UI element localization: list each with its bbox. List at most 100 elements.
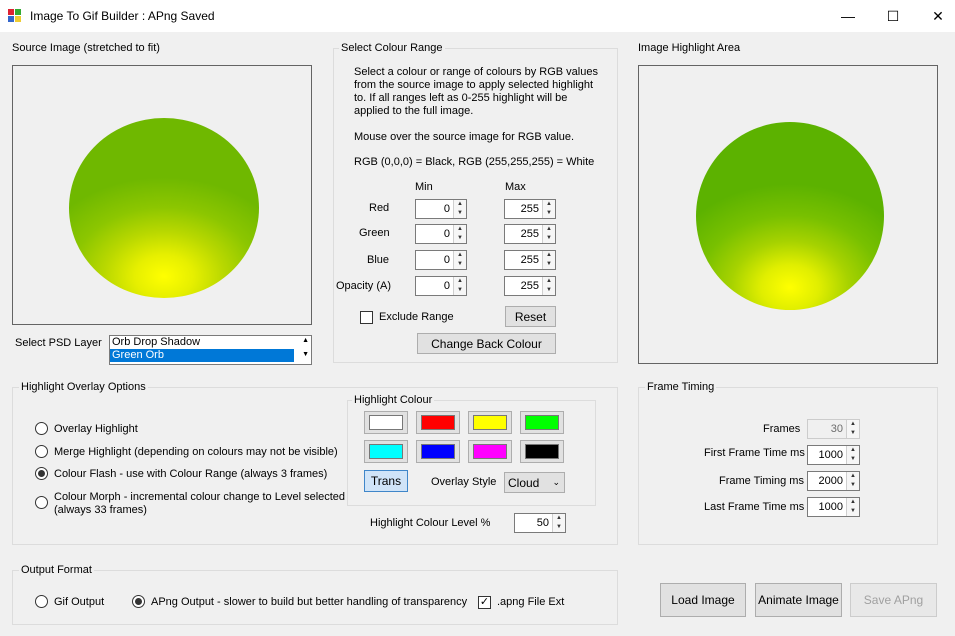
green-max-spinner[interactable]: 255 ▲ ▼: [504, 224, 556, 244]
apng-ext-label: .apng File Ext: [497, 596, 565, 608]
colour-flash-label: Colour Flash - use with Colour Range (al…: [54, 468, 328, 480]
blue-max-value[interactable]: 255: [505, 251, 542, 269]
spin-down-icon[interactable]: ▼: [847, 481, 859, 490]
opacity-min-value[interactable]: 0: [416, 277, 453, 295]
source-image-box[interactable]: [12, 65, 312, 325]
minimize-icon: —: [841, 8, 855, 24]
spin-up-icon[interactable]: ▲: [543, 251, 555, 260]
spin-up-icon[interactable]: ▲: [454, 200, 466, 209]
spin-down-icon: ▼: [850, 430, 856, 436]
exclude-range-checkbox[interactable]: [360, 311, 373, 324]
overlay-style-select[interactable]: Cloud ⌄: [504, 472, 565, 493]
spin-down-icon[interactable]: ▼: [847, 455, 859, 464]
frame-timing-value[interactable]: 2000: [808, 472, 846, 490]
colour-flash-radio[interactable]: [35, 467, 48, 480]
reset-button[interactable]: Reset: [505, 306, 556, 327]
mouse-hint: Mouse over the source image for RGB valu…: [354, 131, 575, 143]
merge-highlight-radio[interactable]: [35, 445, 48, 458]
frame-timing-spinner[interactable]: 2000 ▲ ▼: [807, 471, 860, 491]
apng-output-radio[interactable]: [132, 595, 145, 608]
colour-morph-label-2: (always 33 frames): [54, 504, 147, 516]
load-image-button[interactable]: Load Image: [660, 583, 746, 617]
swatch-red: [421, 415, 455, 430]
spin-down-icon[interactable]: ▼: [454, 286, 466, 295]
swatch-cyan-button[interactable]: [364, 440, 408, 463]
red-min-value[interactable]: 0: [416, 200, 453, 218]
overlay-style-label: Overlay Style: [431, 476, 497, 488]
spin-down-icon[interactable]: ▼: [847, 507, 859, 516]
swatch-yellow-button[interactable]: [468, 411, 512, 434]
level-spinner[interactable]: 50 ▲ ▼: [514, 513, 566, 533]
first-frame-spinner[interactable]: 1000 ▲ ▼: [807, 445, 860, 465]
maximize-icon: ☐: [886, 7, 900, 24]
spin-down-icon[interactable]: ▼: [543, 260, 555, 269]
spin-up-icon[interactable]: ▲: [454, 277, 466, 286]
blue-min-spinner[interactable]: 0 ▲ ▼: [415, 250, 467, 270]
swatch-yellow: [473, 415, 507, 430]
swatch-blue-button[interactable]: [416, 440, 460, 463]
spin-down-icon[interactable]: ▼: [543, 286, 555, 295]
opacity-min-spinner[interactable]: 0 ▲ ▼: [415, 276, 467, 296]
overlay-options-title: Highlight Overlay Options: [19, 381, 148, 393]
overlay-highlight-label: Overlay Highlight: [54, 423, 138, 435]
opacity-max-spinner[interactable]: 255 ▲ ▼: [504, 276, 556, 296]
apng-ext-checkbox[interactable]: ✓: [478, 596, 491, 609]
spin-up-icon[interactable]: ▲: [543, 200, 555, 209]
blue-min-value[interactable]: 0: [416, 251, 453, 269]
spin-down-icon[interactable]: ▼: [543, 234, 555, 243]
apng-output-label: APng Output - slower to build but better…: [151, 596, 468, 608]
highlight-orb-image: [696, 122, 884, 310]
psd-layer-label: Select PSD Layer: [15, 337, 102, 349]
close-button[interactable]: ✕: [915, 0, 955, 32]
app-icon: [8, 9, 21, 22]
spin-up-icon[interactable]: ▲: [543, 277, 555, 286]
swatch-green-button[interactable]: [520, 411, 564, 434]
merge-highlight-label: Merge Highlight (depending on colours ma…: [54, 446, 338, 458]
red-max-spinner[interactable]: 255 ▲ ▼: [504, 199, 556, 219]
spin-down-icon[interactable]: ▼: [454, 234, 466, 243]
gif-output-radio[interactable]: [35, 595, 48, 608]
green-max-value[interactable]: 255: [505, 225, 542, 243]
spin-up-icon[interactable]: ▲: [847, 446, 859, 455]
overlay-style-value: Cloud: [508, 475, 540, 490]
blue-max-spinner[interactable]: 255 ▲ ▼: [504, 250, 556, 270]
last-frame-value[interactable]: 1000: [808, 498, 846, 516]
opacity-max-value[interactable]: 255: [505, 277, 542, 295]
frames-value: 30: [830, 423, 843, 435]
change-back-colour-button[interactable]: Change Back Colour: [417, 333, 556, 354]
overlay-highlight-radio[interactable]: [35, 422, 48, 435]
spin-up-icon[interactable]: ▲: [847, 498, 859, 507]
spin-down-icon[interactable]: ▼: [454, 260, 466, 269]
spin-up-icon[interactable]: ▲: [847, 472, 859, 481]
green-min-value[interactable]: 0: [416, 225, 453, 243]
spin-up-icon[interactable]: ▲: [454, 225, 466, 234]
layer-item-selected[interactable]: Green Orb: [110, 349, 294, 362]
trans-button[interactable]: Trans: [364, 470, 408, 492]
colour-morph-radio[interactable]: [35, 496, 48, 509]
level-value[interactable]: 50: [515, 514, 552, 532]
red-label: Red: [369, 202, 390, 214]
red-min-spinner[interactable]: 0 ▲ ▼: [415, 199, 467, 219]
swatch-magenta-button[interactable]: [468, 440, 512, 463]
swatch-white: [369, 415, 403, 430]
first-frame-value[interactable]: 1000: [808, 446, 846, 464]
maximize-button[interactable]: ☐: [870, 0, 916, 32]
swatch-white-button[interactable]: [364, 411, 408, 434]
red-max-value[interactable]: 255: [505, 200, 542, 218]
spin-down-icon[interactable]: ▼: [553, 523, 565, 532]
spin-down-icon[interactable]: ▼: [454, 209, 466, 218]
spin-up-icon[interactable]: ▲: [454, 251, 466, 260]
swatch-black-button[interactable]: [520, 440, 564, 463]
spin-up-icon[interactable]: ▲: [553, 514, 565, 523]
animate-image-button[interactable]: Animate Image: [755, 583, 842, 617]
scroll-up-icon[interactable]: ▲: [302, 337, 309, 344]
psd-layer-list[interactable]: Orb Drop Shadow Green Orb ▲ ▼: [109, 335, 312, 365]
green-min-spinner[interactable]: 0 ▲ ▼: [415, 224, 467, 244]
last-frame-spinner[interactable]: 1000 ▲ ▼: [807, 497, 860, 517]
spin-up-icon[interactable]: ▲: [543, 225, 555, 234]
spin-down-icon[interactable]: ▼: [543, 209, 555, 218]
minimize-button[interactable]: —: [825, 0, 871, 32]
swatch-red-button[interactable]: [416, 411, 460, 434]
layer-item[interactable]: Orb Drop Shadow: [110, 336, 294, 349]
scroll-down-icon[interactable]: ▼: [302, 351, 309, 358]
